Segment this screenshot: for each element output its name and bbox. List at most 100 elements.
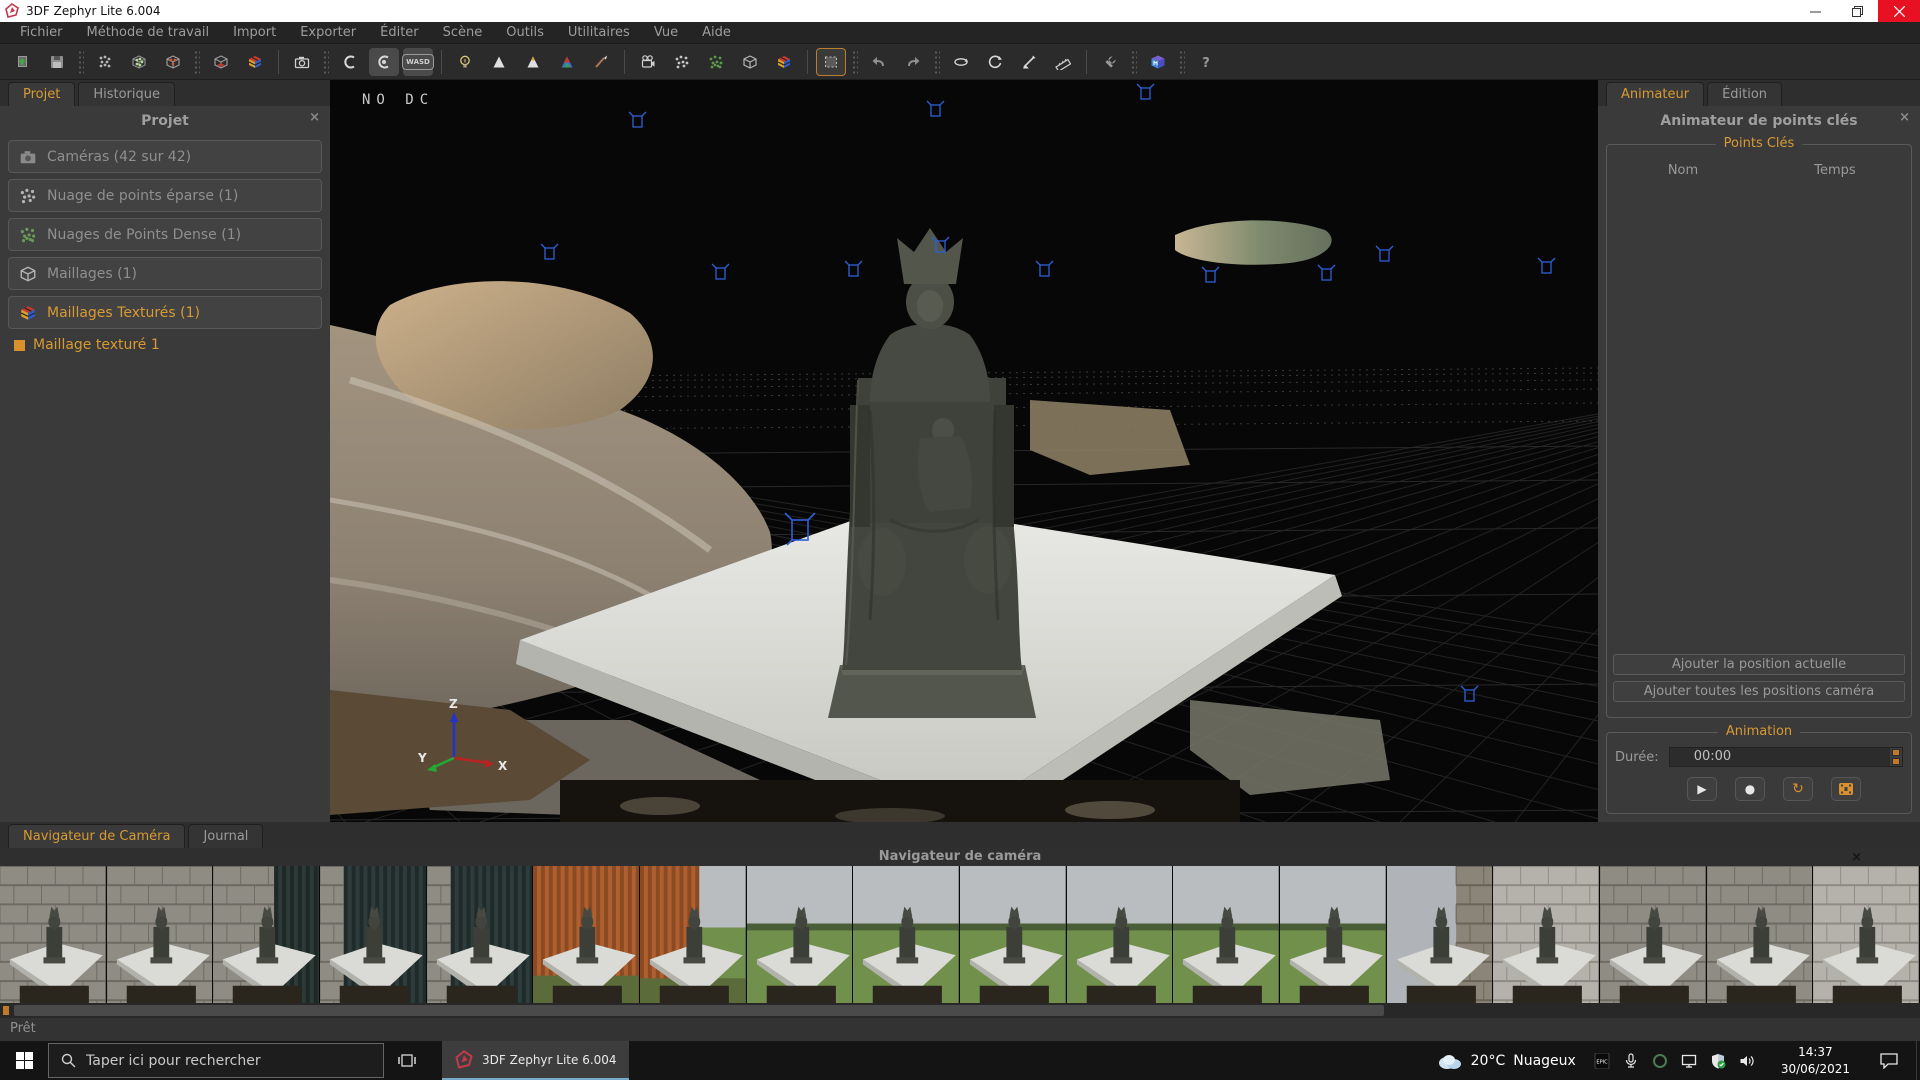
tab-animateur[interactable]: Animateur (1606, 82, 1705, 106)
camera-thumbnail-12[interactable] (1173, 866, 1281, 1003)
cone-white-icon[interactable] (484, 48, 514, 76)
bulb-icon[interactable] (450, 48, 480, 76)
menu-editer[interactable]: Éditer (370, 23, 429, 42)
orbit-dot-icon[interactable] (369, 47, 399, 76)
pts-sparse-icon[interactable] (667, 48, 697, 76)
camera-thumbnail-4[interactable] (320, 866, 427, 1003)
help-icon[interactable]: ? (1191, 48, 1221, 76)
ws-mesh-icon[interactable] (158, 48, 188, 76)
taskbar-app-3df-zephyr[interactable]: 3DF Zephyr Lite 6.004 (442, 1041, 629, 1080)
rotate-circle-icon[interactable] (980, 48, 1010, 76)
add-current-position-button[interactable]: Ajouter la position actuelle (1613, 654, 1905, 675)
tab-journal[interactable]: Journal (188, 824, 264, 848)
toolbar-grip[interactable] (323, 49, 329, 74)
menu-aide[interactable]: Aide (692, 23, 741, 42)
camera-thumbnail-15[interactable] (1493, 866, 1601, 1003)
search-input[interactable] (86, 1052, 346, 1069)
cone-multi-icon[interactable] (552, 48, 582, 76)
menu-utilitaires[interactable]: Utilitaires (558, 23, 640, 42)
camera-icon[interactable] (287, 48, 317, 76)
tab-historique[interactable]: Historique (78, 82, 176, 106)
minimize-button[interactable] (1794, 0, 1836, 22)
maximize-button[interactable] (1836, 0, 1878, 22)
project-item-maillages-textures-1[interactable]: Maillages Texturés (1) (8, 296, 322, 329)
camera-thumbnail-13[interactable] (1280, 866, 1387, 1003)
menu-outils[interactable]: Outils (496, 23, 554, 42)
cube-color-icon[interactable] (240, 48, 270, 76)
scrollbar-thumb[interactable] (14, 1005, 1384, 1016)
movie-camera-icon[interactable] (633, 48, 663, 76)
task-view-button[interactable] (384, 1041, 430, 1080)
camera-thumbnail-10[interactable] (960, 866, 1067, 1003)
select-rect-icon[interactable] (816, 47, 846, 76)
camera-thumbnail-17[interactable] (1706, 866, 1814, 1003)
ruler-icon[interactable] (1048, 48, 1078, 76)
orbit-gizmo-icon[interactable] (946, 48, 976, 76)
toolbar-grip[interactable] (194, 49, 200, 74)
project-item-nuage-de-points-eparse-1[interactable]: Nuage de points éparse (1) (8, 179, 322, 212)
brush-icon[interactable] (586, 48, 616, 76)
toolbar-grip[interactable] (852, 49, 858, 74)
ws-sparse-icon[interactable] (90, 48, 120, 76)
tab-edition[interactable]: Édition (1707, 82, 1783, 106)
camera-thumbnail-6[interactable] (533, 866, 641, 1003)
render-film-button[interactable] (1831, 777, 1861, 801)
taskbar-search[interactable] (48, 1043, 384, 1078)
tree-item-textured-mesh[interactable]: Maillage texturé 1 (14, 337, 330, 353)
duration-spin-buttons[interactable] (1890, 748, 1902, 766)
speaker-icon[interactable] (1739, 1053, 1755, 1069)
camera-navigator-close-icon[interactable]: × (1851, 849, 1862, 866)
camera-thumbnail-1[interactable] (0, 866, 107, 1003)
redo-icon[interactable] (898, 48, 928, 76)
tab-projet[interactable]: Projet (8, 82, 76, 106)
show-desktop-button[interactable] (1916, 1041, 1920, 1080)
toolbar-grip[interactable] (1179, 49, 1185, 74)
pts-dense-icon[interactable] (701, 48, 731, 76)
3d-viewport[interactable]: Z X Y NO DC (330, 80, 1598, 822)
orbit-c-icon[interactable] (335, 48, 365, 76)
play-button[interactable]: ▶ (1687, 777, 1717, 801)
animator-panel-close-icon[interactable]: × (1899, 111, 1910, 124)
save-icon[interactable] (42, 48, 72, 76)
network-display-icon[interactable] (1681, 1053, 1697, 1069)
menu-vue[interactable]: Vue (644, 23, 688, 42)
wasd-mode-button[interactable]: WASD (402, 47, 434, 76)
camera-thumbnail-9[interactable] (853, 866, 961, 1003)
camera-thumbnail-3[interactable] (213, 866, 321, 1003)
menu-scene[interactable]: Scène (433, 23, 493, 42)
cube-color2-icon[interactable] (769, 48, 799, 76)
logo-3df-icon[interactable] (1143, 48, 1173, 76)
menu-import[interactable]: Import (223, 23, 286, 42)
undo-icon[interactable] (864, 48, 894, 76)
project-item-maillages-1[interactable]: Maillages (1) (8, 257, 322, 290)
menu-exporter[interactable]: Exporter (290, 23, 366, 42)
cone-yellow-icon[interactable] (518, 48, 548, 76)
loop-button[interactable]: ↻ (1783, 777, 1813, 801)
toolbar-grip[interactable] (78, 49, 84, 74)
ws-dense-icon[interactable] (124, 48, 154, 76)
taskbar-clock[interactable]: 14:37 30/06/2021 (1781, 1044, 1850, 1076)
security-shield-icon[interactable] (1710, 1053, 1726, 1069)
doc-import-icon[interactable] (8, 48, 38, 76)
menu-methode-de-travail[interactable]: Méthode de travail (77, 23, 220, 42)
translate-arrow-icon[interactable] (1014, 48, 1044, 76)
camera-thumbnail-11[interactable] (1066, 866, 1174, 1003)
keypoints-list[interactable] (1607, 178, 1911, 648)
menu-fichier[interactable]: Fichier (10, 23, 73, 42)
camera-thumbnail-7[interactable] (640, 866, 747, 1003)
camera-thumbnail-14[interactable] (1386, 866, 1494, 1003)
camera-thumbnail-8[interactable] (746, 866, 854, 1003)
cube-gray-red-icon[interactable] (206, 48, 236, 76)
record-button[interactable]: ● (1735, 777, 1765, 801)
camera-thumbnail-16[interactable] (1600, 866, 1707, 1003)
taskbar-weather[interactable]: 20°C Nuageux (1437, 1052, 1576, 1070)
camera-thumbnail-5[interactable] (426, 866, 534, 1003)
recording-ring-icon[interactable] (1652, 1053, 1668, 1069)
start-button[interactable] (0, 1041, 48, 1080)
notification-center-button[interactable] (1870, 1052, 1908, 1069)
thumbnail-scrollbar[interactable] (0, 1003, 1920, 1018)
add-all-camera-positions-button[interactable]: Ajouter toutes les positions caméra (1613, 681, 1905, 702)
camera-thumbnail-2[interactable] (106, 866, 214, 1003)
project-item-cameras-42-sur-42[interactable]: Caméras (42 sur 42) (8, 140, 322, 173)
epic-icon[interactable]: EPIC (1594, 1052, 1610, 1069)
